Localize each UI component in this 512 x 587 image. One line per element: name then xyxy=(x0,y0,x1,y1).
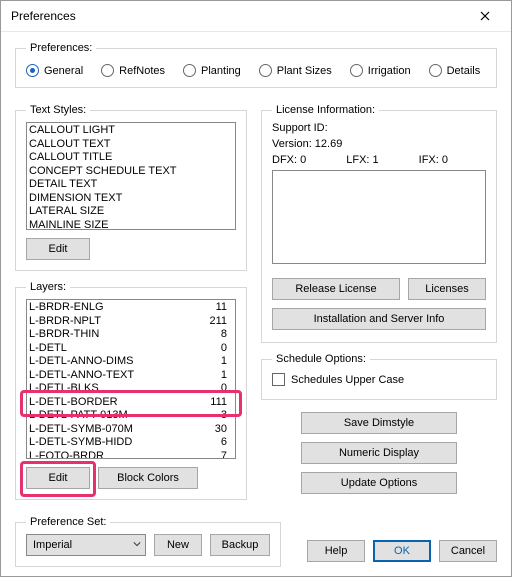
new-preference-set-button[interactable]: New xyxy=(154,534,202,556)
dfx-value: DFX: 0 xyxy=(272,154,306,166)
layers-legend: Layers: xyxy=(26,281,70,293)
preferences-tabs-group: Preferences: General RefNotes Planting P… xyxy=(15,42,497,88)
text-styles-group: Text Styles: CALLOUT LIGHTCALLOUT TEXTCA… xyxy=(15,104,247,271)
text-style-item[interactable]: DETAIL TEXT xyxy=(29,178,235,192)
numeric-display-button[interactable]: Numeric Display xyxy=(301,442,457,464)
update-options-button[interactable]: Update Options xyxy=(301,472,457,494)
text-style-item[interactable]: CALLOUT LIGHT xyxy=(29,124,235,138)
text-style-item[interactable]: CALLOUT TITLE xyxy=(29,151,235,165)
window-title: Preferences xyxy=(11,9,76,23)
layer-row[interactable]: L-DETL-ANNO-TEXT1 xyxy=(29,369,235,383)
help-button[interactable]: Help xyxy=(307,540,365,562)
text-style-item[interactable]: MAINLINE SIZE xyxy=(29,219,235,231)
schedule-options-group: Schedule Options: Schedules Upper Case xyxy=(261,353,497,400)
layers-listbox[interactable]: L-BRDR-ENLG11L-BRDR-NPLT211L-BRDR-THIN8L… xyxy=(26,299,236,459)
ifx-value: IFX: 0 xyxy=(419,154,448,166)
titlebar: Preferences xyxy=(1,1,511,32)
layer-row[interactable]: L-BRDR-THIN8 xyxy=(29,328,235,342)
text-style-item[interactable]: CONCEPT SCHEDULE TEXT xyxy=(29,165,235,179)
layer-row[interactable]: L-DETL0 xyxy=(29,342,235,356)
release-license-button[interactable]: Release License xyxy=(272,278,400,300)
text-styles-legend: Text Styles: xyxy=(26,104,90,116)
layer-row[interactable]: L-FOTO-BRDR7 xyxy=(29,450,235,460)
text-style-item[interactable]: DIMENSION TEXT xyxy=(29,192,235,206)
preferences-window: Preferences Preferences: General RefNote… xyxy=(0,0,512,577)
version-label: Version: 12.69 xyxy=(272,138,486,150)
license-group: License Information: Support ID: Version… xyxy=(261,104,497,343)
block-colors-button[interactable]: Block Colors xyxy=(98,467,198,489)
preferences-legend: Preferences: xyxy=(26,42,96,54)
layer-row[interactable]: L-BRDR-ENLG11 xyxy=(29,301,235,315)
edit-text-style-button[interactable]: Edit xyxy=(26,238,90,260)
layer-row[interactable]: L-DETL-PATT-013M3 xyxy=(29,409,235,423)
text-style-item[interactable]: CALLOUT TEXT xyxy=(29,138,235,152)
tab-details[interactable]: Details xyxy=(429,64,481,77)
lfx-value: LFX: 1 xyxy=(346,154,378,166)
layer-row[interactable]: L-DETL-SYMB-HIDD6 xyxy=(29,436,235,450)
edit-layer-button[interactable]: Edit xyxy=(26,467,90,489)
licenses-button[interactable]: Licenses xyxy=(408,278,486,300)
text-styles-listbox[interactable]: CALLOUT LIGHTCALLOUT TEXTCALLOUT TITLECO… xyxy=(26,122,236,230)
tab-refnotes[interactable]: RefNotes xyxy=(101,64,165,77)
layers-group: Layers: L-BRDR-ENLG11L-BRDR-NPLT211L-BRD… xyxy=(15,281,247,500)
layer-row[interactable]: L-DETL-ANNO-DIMS1 xyxy=(29,355,235,369)
license-textarea[interactable] xyxy=(272,170,486,264)
schedules-upper-case-checkbox[interactable]: Schedules Upper Case xyxy=(272,373,404,386)
tab-plant-sizes[interactable]: Plant Sizes xyxy=(259,64,332,77)
schedule-legend: Schedule Options: xyxy=(272,353,370,365)
dialog-buttons: Help OK Cancel xyxy=(307,540,497,562)
tab-general[interactable]: General xyxy=(26,64,83,77)
chevron-down-icon xyxy=(133,539,141,551)
backup-preference-set-button[interactable]: Backup xyxy=(210,534,270,556)
preference-set-legend: Preference Set: xyxy=(26,516,110,528)
text-style-item[interactable]: LATERAL SIZE xyxy=(29,205,235,219)
tab-planting[interactable]: Planting xyxy=(183,64,241,77)
close-icon[interactable] xyxy=(465,2,505,30)
support-id-label: Support ID: xyxy=(272,122,486,134)
tab-irrigation[interactable]: Irrigation xyxy=(350,64,411,77)
preference-set-select[interactable]: Imperial xyxy=(26,534,146,556)
license-legend: License Information: xyxy=(272,104,379,116)
ok-button[interactable]: OK xyxy=(373,540,431,562)
cancel-button[interactable]: Cancel xyxy=(439,540,497,562)
save-dimstyle-button[interactable]: Save Dimstyle xyxy=(301,412,457,434)
layer-row[interactable]: L-DETL-BORDER111 xyxy=(29,396,235,410)
layer-row[interactable]: L-BRDR-NPLT211 xyxy=(29,315,235,329)
layer-row[interactable]: L-DETL-BLKS0 xyxy=(29,382,235,396)
layer-row[interactable]: L-DETL-SYMB-070M30 xyxy=(29,423,235,437)
preference-set-group: Preference Set: Imperial New Backup xyxy=(15,516,281,567)
installation-info-button[interactable]: Installation and Server Info xyxy=(272,308,486,330)
